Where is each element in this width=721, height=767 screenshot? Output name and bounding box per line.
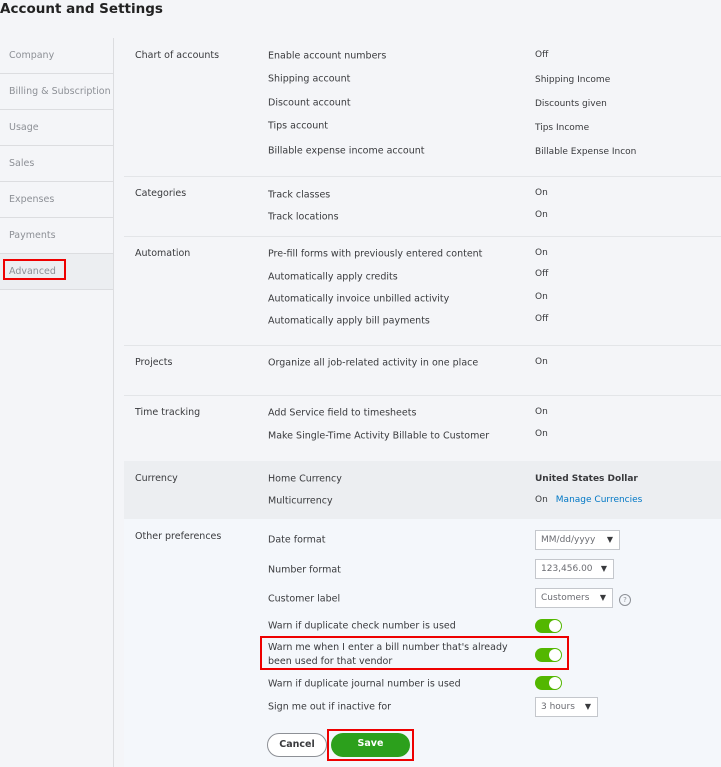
setting-label: Warn if duplicate journal number is used (268, 678, 461, 690)
setting-label: Customer label (268, 593, 341, 605)
multicurrency-row: On Manage Currencies (535, 495, 642, 505)
caret-down-icon: ▼ (584, 702, 591, 711)
setting-label: Warn if duplicate check number is used (268, 620, 456, 632)
select-value: MM/dd/yyyy (541, 535, 596, 545)
setting-label: Billable expense income account (268, 145, 425, 157)
caret-down-icon: ▼ (600, 564, 607, 573)
setting-value: On (535, 357, 548, 367)
settings-sidebar: Company Billing & Subscription Usage Sal… (0, 38, 113, 290)
sidebar-item-payments[interactable]: Payments (0, 218, 113, 254)
setting-value: Tips Income (535, 123, 590, 133)
toggle-knob (549, 620, 561, 632)
select-value: Customers (541, 593, 590, 603)
manage-currencies-link[interactable]: Manage Currencies (556, 495, 643, 505)
caret-down-icon: ▼ (606, 535, 613, 544)
sidebar-item-billing[interactable]: Billing & Subscription (0, 74, 113, 110)
divider (113, 38, 114, 767)
setting-label: Make Single-Time Activity Billable to Cu… (268, 430, 490, 442)
setting-value: Discounts given (535, 99, 607, 109)
section-automation[interactable]: Automation Pre-fill forms with previousl… (124, 236, 721, 346)
setting-value: On (535, 210, 548, 220)
highlight-warn-bill (260, 636, 569, 670)
warn-journal-toggle[interactable] (535, 676, 562, 690)
section-currency[interactable]: Currency Home Currency United States Dol… (124, 461, 721, 520)
select-value: 3 hours (541, 702, 575, 712)
setting-value: On (535, 188, 548, 198)
setting-label: Track locations (268, 211, 339, 223)
setting-label: Discount account (268, 97, 351, 109)
section-label: Projects (135, 357, 173, 368)
setting-value: On (535, 292, 548, 302)
section-label: Chart of accounts (135, 50, 220, 61)
sign-out-select[interactable]: 3 hours ▼ (535, 697, 598, 717)
setting-label: Add Service field to timesheets (268, 407, 417, 419)
warn-check-toggle[interactable] (535, 619, 562, 633)
cancel-button[interactable]: Cancel (267, 733, 327, 757)
section-label: Time tracking (135, 407, 201, 418)
section-label: Other preferences (135, 531, 222, 542)
highlight-save (327, 729, 414, 761)
setting-value: Billable Expense Incon (535, 147, 637, 157)
setting-value: On (535, 248, 548, 258)
number-format-select[interactable]: 123,456.00 ▼ (535, 559, 614, 579)
setting-label: Multicurrency (268, 495, 333, 507)
setting-label: Automatically apply bill payments (268, 315, 430, 327)
setting-label: Date format (268, 534, 326, 546)
setting-label: Track classes (268, 189, 331, 201)
setting-label: Tips account (268, 120, 328, 132)
section-chart-of-accounts[interactable]: Chart of accounts Enable account numbers… (124, 38, 721, 177)
section-projects[interactable]: Projects Organize all job-related activi… (124, 345, 721, 396)
setting-value: Off (535, 50, 549, 60)
setting-label: Organize all job-related activity in one… (268, 357, 479, 369)
section-time-tracking[interactable]: Time tracking Add Service field to times… (124, 395, 721, 462)
page-title: Account and Settings (0, 1, 163, 17)
setting-value: On (535, 429, 548, 439)
setting-label: Home Currency (268, 473, 342, 485)
home-currency-value: United States Dollar (535, 474, 638, 484)
highlight-advanced (3, 259, 66, 280)
sidebar-item-expenses[interactable]: Expenses (0, 182, 113, 218)
section-categories[interactable]: Categories Track classes On Track locati… (124, 176, 721, 237)
help-icon[interactable]: ? (619, 594, 631, 606)
sidebar-item-usage[interactable]: Usage (0, 110, 113, 146)
section-label: Currency (135, 473, 178, 484)
caret-down-icon: ▼ (599, 593, 606, 602)
setting-value: Off (535, 314, 549, 324)
customer-label-select[interactable]: Customers ▼ (535, 588, 613, 608)
setting-value: On (535, 407, 548, 417)
section-label: Categories (135, 188, 187, 199)
sidebar-item-sales[interactable]: Sales (0, 146, 113, 182)
setting-label: Number format (268, 564, 341, 576)
setting-value: Off (535, 269, 549, 279)
select-value: 123,456.00 (541, 564, 593, 574)
setting-label: Automatically invoice unbilled activity (268, 293, 450, 305)
sidebar-item-company[interactable]: Company (0, 38, 113, 74)
setting-label: Enable account numbers (268, 50, 387, 62)
setting-value: On (535, 495, 548, 505)
setting-value: Shipping Income (535, 75, 611, 85)
setting-label: Pre-fill forms with previously entered c… (268, 248, 483, 260)
setting-label: Automatically apply credits (268, 271, 398, 283)
setting-label: Sign me out if inactive for (268, 701, 392, 713)
date-format-select[interactable]: MM/dd/yyyy ▼ (535, 530, 620, 550)
setting-label: Shipping account (268, 73, 351, 85)
toggle-knob (549, 677, 561, 689)
section-label: Automation (135, 248, 191, 259)
